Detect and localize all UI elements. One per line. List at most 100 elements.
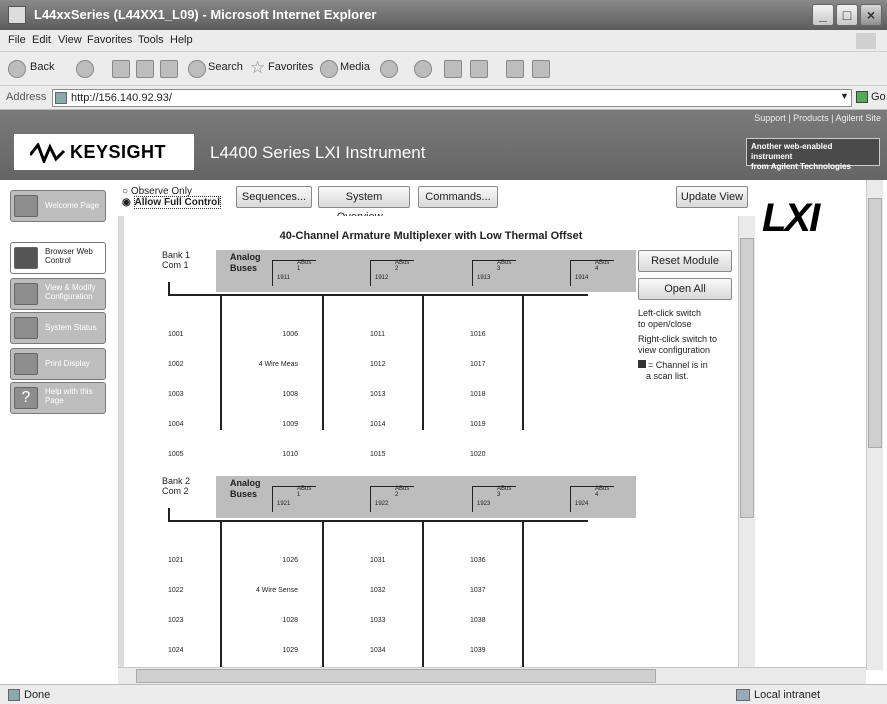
menu-tools[interactable]: Tools [138, 34, 164, 46]
sidebar-item-system-status[interactable]: System Status [10, 312, 106, 344]
maximize-button[interactable]: □ [836, 4, 858, 26]
messenger-icon[interactable] [532, 60, 550, 78]
channel-switch[interactable]: 1015 [370, 440, 386, 470]
module-scrollbar[interactable] [738, 216, 755, 670]
channel-switch[interactable]: 1029 [234, 636, 298, 666]
channel-switch[interactable]: 1018 [470, 380, 486, 410]
channel-switch[interactable]: 1004 [168, 410, 184, 440]
bank2-col2: 1026 4 Wire Sense 1028 1029 1030 [234, 546, 298, 670]
go-arrow-icon[interactable] [856, 91, 868, 103]
channel-switch[interactable]: 1022 [168, 576, 184, 606]
channel-switch[interactable]: 1003 [168, 380, 184, 410]
refresh-icon[interactable] [136, 60, 154, 78]
favorites-button[interactable]: Favorites [268, 61, 313, 73]
minimize-button[interactable]: _ [812, 4, 834, 26]
channel-switch[interactable]: 1021 [168, 546, 184, 576]
top-links[interactable]: Support | Products | Agilent Site [754, 113, 881, 123]
abus1-switch[interactable]: ABus 1 1911 [272, 260, 316, 286]
menu-favorites[interactable]: Favorites [87, 34, 132, 46]
search-icon[interactable] [188, 60, 206, 78]
abus2-switch[interactable]: ABus 2 1912 [370, 260, 414, 286]
channel-switch[interactable]: 1038 [470, 606, 486, 636]
abus2-switch[interactable]: ABus 2 1922 [370, 486, 414, 512]
channel-switch[interactable]: 1012 [370, 350, 386, 380]
close-button[interactable]: × [860, 4, 882, 26]
mail-icon[interactable] [414, 60, 432, 78]
channel-switch[interactable]: 1011 [370, 320, 386, 350]
sidebar-item-print-display[interactable]: Print Display [10, 348, 106, 380]
print-icon[interactable] [444, 60, 462, 78]
channel-switch[interactable]: 1036 [470, 546, 486, 576]
channel-switch[interactable]: 1010 [242, 440, 298, 470]
sidebar-item-help[interactable]: ? Help with this Page [10, 382, 106, 414]
system-overview-button[interactable]: System Overview... [318, 186, 410, 223]
abus3-switch[interactable]: ABus 3 1913 [472, 260, 516, 286]
channel-switch[interactable]: 1023 [168, 606, 184, 636]
channel-switch[interactable]: 1028 [234, 606, 298, 636]
stop-icon[interactable] [112, 60, 130, 78]
channel-switch[interactable]: 1039 [470, 636, 486, 666]
home-icon[interactable] [160, 60, 178, 78]
discuss-icon[interactable] [506, 60, 524, 78]
address-input[interactable]: http://156.140.92.93/ [52, 89, 852, 107]
menu-file[interactable]: File [8, 34, 26, 46]
channel-switch[interactable]: 1006 [242, 320, 298, 350]
channel-switch[interactable]: 1013 [370, 380, 386, 410]
sidebar-item-configuration[interactable]: View & Modify Configuration [10, 278, 106, 310]
channel-switch[interactable]: 1008 [242, 380, 298, 410]
channel-switch[interactable]: 1037 [470, 576, 486, 606]
channel-switch[interactable]: 1031 [370, 546, 386, 576]
page-horizontal-scrollbar[interactable] [118, 667, 866, 684]
channel-switch[interactable]: 1026 [234, 546, 298, 576]
channel-switch[interactable]: 4 Wire Sense [234, 576, 298, 606]
channel-switch[interactable]: 1032 [370, 576, 386, 606]
channel-switch[interactable]: 1019 [470, 410, 486, 440]
channel-switch[interactable]: 1002 [168, 350, 184, 380]
search-button[interactable]: Search [208, 61, 243, 73]
channel-switch[interactable]: 4 Wire Meas [242, 350, 298, 380]
page-vertical-scrollbar[interactable] [866, 180, 883, 670]
channel-switch[interactable]: 1033 [370, 606, 386, 636]
edit-icon[interactable] [470, 60, 488, 78]
open-all-button[interactable]: Open All [638, 278, 732, 300]
abus3-switch[interactable]: ABus 3 1923 [472, 486, 516, 512]
abus-channel: 1913 [477, 275, 491, 281]
channel-switch[interactable]: 1020 [470, 440, 486, 470]
abus-channel: 1911 [277, 275, 290, 281]
abus4-switch[interactable]: ABus 4 1924 [570, 486, 614, 512]
channel-switch[interactable]: 1009 [242, 410, 298, 440]
menu-edit[interactable]: Edit [32, 34, 51, 46]
allow-full-control-radio[interactable]: ◉ Allow Full Control [122, 196, 222, 209]
address-dropdown-icon[interactable]: ▼ [840, 91, 849, 101]
channel-switch[interactable]: 1014 [370, 410, 386, 440]
back-arrow-icon[interactable] [8, 60, 26, 78]
channel-switch[interactable]: 1024 [168, 636, 184, 666]
module-scroll-thumb[interactable] [740, 238, 754, 518]
abus4-switch[interactable]: ABus 4 1914 [570, 260, 614, 286]
favorites-star-icon[interactable]: ☆ [250, 58, 265, 78]
commands-button[interactable]: Commands... [418, 186, 498, 208]
back-button[interactable]: Back [30, 61, 54, 73]
channel-switch[interactable]: 1034 [370, 636, 386, 666]
channel-switch[interactable]: 1016 [470, 320, 486, 350]
page-scroll-thumb[interactable] [868, 198, 882, 448]
forward-arrow-icon[interactable] [76, 60, 94, 78]
reset-module-button[interactable]: Reset Module [638, 250, 732, 272]
sidebar-item-browser-web-control[interactable]: Browser Web Control [10, 242, 106, 274]
sidebar-item-welcome[interactable]: Welcome Page [10, 190, 106, 222]
abus-channel: 1924 [575, 501, 589, 507]
menu-help[interactable]: Help [170, 34, 193, 46]
page-hscroll-thumb[interactable] [136, 669, 656, 683]
status-text: Done [24, 689, 51, 701]
channel-switch[interactable]: 1017 [470, 350, 486, 380]
menu-view[interactable]: View [58, 34, 82, 46]
update-view-button[interactable]: Update View [676, 186, 748, 208]
channel-switch[interactable]: 1001 [168, 320, 184, 350]
media-icon[interactable] [320, 60, 338, 78]
sequences-button[interactable]: Sequences... [236, 186, 312, 208]
media-button[interactable]: Media [340, 61, 370, 73]
abus1-switch[interactable]: ABus 1 1921 [272, 486, 316, 512]
history-icon[interactable] [380, 60, 398, 78]
channel-switch[interactable]: 1005 [168, 440, 184, 470]
go-button[interactable]: Go [871, 91, 886, 103]
